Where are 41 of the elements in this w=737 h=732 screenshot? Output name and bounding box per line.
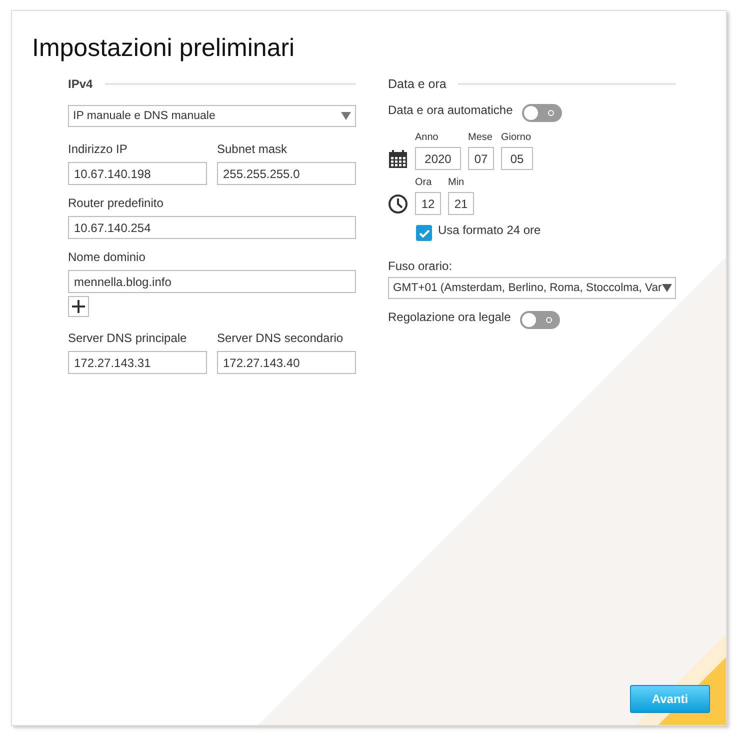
field-label: Indirizzo IP (68, 142, 128, 156)
field-label: Mese (468, 132, 492, 144)
calendar-icon (388, 149, 408, 169)
input-field[interactable]: 05 (501, 147, 533, 170)
field-label: Nome dominio (68, 250, 146, 264)
field-label: Server DNS principale (68, 331, 187, 345)
mode-dropdown[interactable]: IP manuale e DNS manuale (68, 105, 356, 127)
caret-icon (662, 284, 672, 292)
field-label: Subnet mask (217, 142, 288, 156)
check-icon (418, 228, 430, 238)
checkbox-label: Usa formato 24 ore (438, 223, 541, 237)
toggle-label: Data e ora automatiche (388, 103, 513, 117)
input-field[interactable]: 2020 (415, 147, 461, 170)
input-field[interactable]: 10.67.140.254 (68, 216, 356, 239)
page-title: Impostazioni preliminari (32, 33, 296, 63)
toggle-label: Regolazione ora legale (388, 310, 511, 324)
timezone-dropdown[interactable]: GMT+01 (Amsterdam, Berlino, Roma, Stoccolma, Var (388, 277, 676, 299)
input-field[interactable]: 255.255.255.0 (217, 162, 356, 185)
checkbox[interactable] (416, 225, 432, 241)
field-label: Server DNS secondario (217, 331, 344, 345)
add-button[interactable] (68, 296, 89, 317)
section-heading: IPv4 (68, 77, 93, 91)
field-label: Ora (415, 177, 432, 189)
input-field[interactable]: 172.27.143.31 (68, 351, 207, 374)
input-field[interactable]: 07 (468, 147, 494, 170)
dst-toggle[interactable] (520, 311, 560, 329)
field-label: Giorno (501, 132, 532, 144)
input-field[interactable]: 12 (415, 192, 441, 215)
section-heading: Data e ora (388, 77, 446, 91)
input-field[interactable]: 21 (448, 192, 474, 215)
field-label: Anno (415, 132, 438, 144)
auto-toggle[interactable] (522, 104, 562, 122)
field-label: Router predefinito (68, 196, 164, 210)
field-label: Fuso orario: (388, 259, 452, 273)
caret-icon (341, 112, 351, 120)
clock-icon (388, 194, 408, 214)
input-field[interactable]: 172.27.143.40 (217, 351, 356, 374)
field-label: Min (448, 177, 464, 189)
input-field[interactable]: 10.67.140.198 (68, 162, 207, 185)
input-field[interactable]: mennella.blog.info (68, 270, 356, 293)
plus-icon (72, 300, 85, 313)
